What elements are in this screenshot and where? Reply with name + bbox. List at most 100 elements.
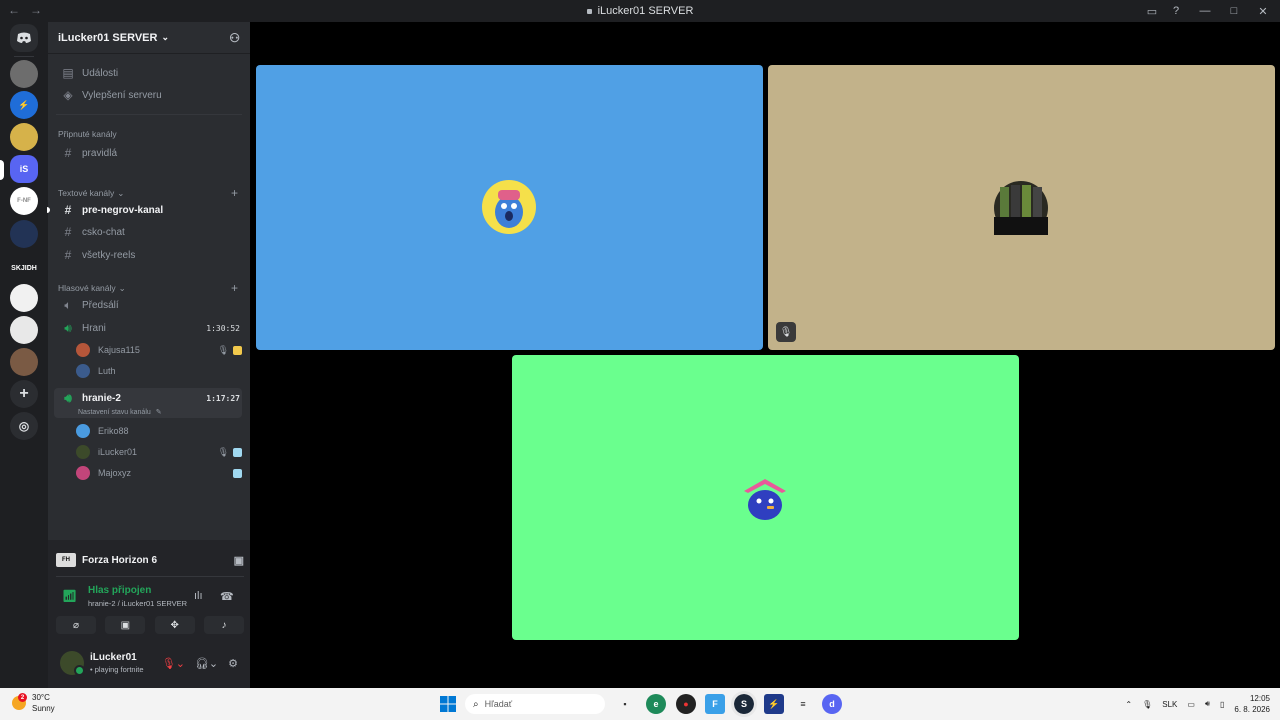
category-voice[interactable]: Hlasové kanály ⌄ + [58, 281, 238, 295]
video-tile[interactable]: 🎙︎ [768, 65, 1275, 350]
taskbar-search[interactable]: ⌕ Hľadať [465, 694, 605, 714]
back-arrow-icon[interactable]: ← [8, 3, 20, 17]
server-icon[interactable] [10, 220, 38, 248]
voice-channel-hranie-2-label[interactable]: 🔊︎ hranie-2 1:17:27 [54, 388, 244, 408]
avatar [76, 445, 90, 459]
noise-suppression-icon[interactable]: ılı [194, 590, 203, 602]
mic-muted-icon: 🎙︎ [217, 344, 229, 355]
screen-share-icon[interactable]: ▣ [234, 554, 244, 567]
voice-channel-hrani[interactable]: 🔊︎ Hrani 1:30:52 [54, 318, 244, 338]
chevron-up-icon[interactable]: ⌃ [1125, 700, 1132, 709]
windows-start-icon[interactable] [438, 694, 458, 714]
speaker-active-icon: 🔊︎ [64, 390, 72, 405]
activity-badge-icon [233, 447, 242, 457]
weather-widget[interactable]: 2 30°C Sunny [12, 692, 55, 714]
minimize-button[interactable]: — [1188, 0, 1222, 22]
app-icon[interactable]: F [705, 694, 725, 714]
help-icon[interactable]: ? [1164, 0, 1188, 22]
voice-user[interactable]: Majoxyz [76, 463, 242, 483]
discord-home-icon[interactable] [10, 24, 38, 52]
server-header[interactable]: iLucker01 SERVER ⌄ ⚇ [48, 22, 250, 54]
server-icon[interactable] [10, 284, 38, 312]
window-title: iLucker01 SERVER [0, 5, 1280, 17]
microphone-icon[interactable]: 🎙︎ [1142, 700, 1152, 709]
app-icon[interactable]: ≡ [793, 694, 813, 714]
invite-people-icon[interactable]: ⚇ [229, 31, 240, 45]
category-text[interactable]: Textové kanály ⌄ + [58, 186, 238, 200]
hash-icon: # [64, 225, 72, 239]
server-icon[interactable] [10, 123, 38, 151]
forward-arrow-icon[interactable]: → [30, 3, 42, 17]
system-tray: ⌃ 🎙︎ SLK ▭ 🔊︎ ▯ 12:05 6. 8. 2026 [1125, 688, 1270, 720]
mic-muted-icon: 🎙︎ [776, 322, 796, 342]
activity-badge-icon [233, 345, 242, 355]
server-icon-is[interactable]: iS [10, 155, 38, 183]
channel-status[interactable]: Nastavení stavu kanálu ✎ [78, 408, 162, 416]
voice-user[interactable]: Luth [76, 361, 242, 381]
hash-icon: # [64, 146, 72, 160]
soundboard-button[interactable]: ♪ [203, 616, 244, 634]
discord-taskbar-icon[interactable]: d [822, 694, 842, 714]
share-screen-button[interactable]: ▣ [105, 616, 146, 634]
steam-icon[interactable]: S [731, 691, 757, 717]
game-icon: FH [56, 553, 76, 567]
server-icon[interactable]: F-NF [10, 187, 38, 215]
mic-muted-icon: 🎙︎ [217, 446, 229, 457]
avatar [76, 466, 90, 480]
title-bar: ← → iLucker01 SERVER ▭ ? — □ ✕ [0, 0, 1280, 22]
current-user[interactable]: iLucker01 • playing fortnite 🎙︎⌄ 🎧︎⌄ ⚙ [56, 646, 244, 680]
user-panel: FH Forza Horizon 6 ▣ 📶︎ Hlas připojen hr… [48, 540, 250, 688]
channel-timer: 1:17:27 [206, 393, 240, 403]
inbox-icon[interactable]: ▭ [1140, 0, 1164, 22]
hash-icon: # [64, 248, 72, 262]
network-icon[interactable]: ▭ [1187, 700, 1195, 709]
signal-icon: 📶︎ [62, 589, 78, 603]
activities-button[interactable]: ✥ [154, 616, 195, 634]
edge-browser-icon[interactable]: e [646, 694, 666, 714]
voice-user[interactable]: Kajusa115 🎙︎ [76, 340, 242, 360]
voice-channel-predsali[interactable]: 🔈︎ Předsálí [54, 295, 244, 315]
channel-vsetky-reels[interactable]: # všetky-reels [54, 245, 244, 265]
server-name: iLucker01 SERVER [58, 31, 158, 44]
server-icon[interactable] [10, 60, 38, 88]
sidebar-item-events[interactable]: ▤ Události [54, 63, 244, 83]
camera-off-button[interactable]: ⌀ [56, 616, 96, 634]
server-icon[interactable] [10, 348, 38, 376]
clock[interactable]: 12:05 6. 8. 2026 [1234, 693, 1270, 715]
server-icon[interactable] [10, 316, 38, 344]
app-icon[interactable]: ● [676, 694, 696, 714]
speaker-icon: 🔈︎ [64, 297, 72, 312]
activity-badge-icon [233, 468, 242, 478]
server-icon[interactable]: SKJIDH [10, 254, 38, 282]
video-stage: 🎙︎ [250, 22, 1280, 688]
headphones-icon[interactable]: 🎧︎⌄ [195, 657, 218, 670]
channel-pre-negrov-kanal[interactable]: # pre-negrov-kanal [54, 200, 244, 220]
task-view-icon[interactable]: ▪ [615, 694, 635, 714]
battery-icon[interactable]: ▯ [1220, 700, 1224, 709]
video-tile[interactable] [256, 65, 763, 350]
boost-icon: ◈ [63, 88, 73, 102]
maximize-button[interactable]: □ [1222, 0, 1246, 22]
app-icon[interactable]: ⚡ [764, 694, 784, 714]
mic-muted-icon[interactable]: 🎙︎⌄ [162, 657, 185, 670]
server-icon[interactable]: ⚡ [10, 91, 38, 119]
add-channel-icon[interactable]: + [231, 281, 238, 295]
category-pinned[interactable]: Připnuté kanály [58, 129, 238, 139]
participant-avatar [738, 471, 792, 525]
voice-user[interactable]: iLucker01 🎙︎ [76, 442, 242, 462]
close-button[interactable]: ✕ [1246, 0, 1280, 22]
voice-user[interactable]: Eriko88 [76, 421, 242, 441]
disconnect-icon[interactable]: ☎︎ [220, 590, 234, 603]
volume-icon[interactable]: 🔊︎ [1205, 699, 1210, 709]
language-indicator[interactable]: SLK [1162, 700, 1177, 709]
channel-csko-chat[interactable]: # csko-chat [54, 222, 244, 242]
sidebar-item-server-boost[interactable]: ◈ Vylepšení serveru [54, 85, 244, 105]
search-icon: ⌕ [473, 698, 479, 710]
settings-gear-icon[interactable]: ⚙ [228, 657, 238, 670]
avatar [76, 343, 90, 357]
add-channel-icon[interactable]: + [231, 186, 238, 200]
add-server-icon[interactable]: + [10, 380, 38, 408]
discover-compass-icon[interactable]: ◎ [10, 412, 38, 440]
channel-pravidla[interactable]: # pravidlá [54, 143, 244, 163]
video-tile[interactable] [512, 355, 1019, 640]
